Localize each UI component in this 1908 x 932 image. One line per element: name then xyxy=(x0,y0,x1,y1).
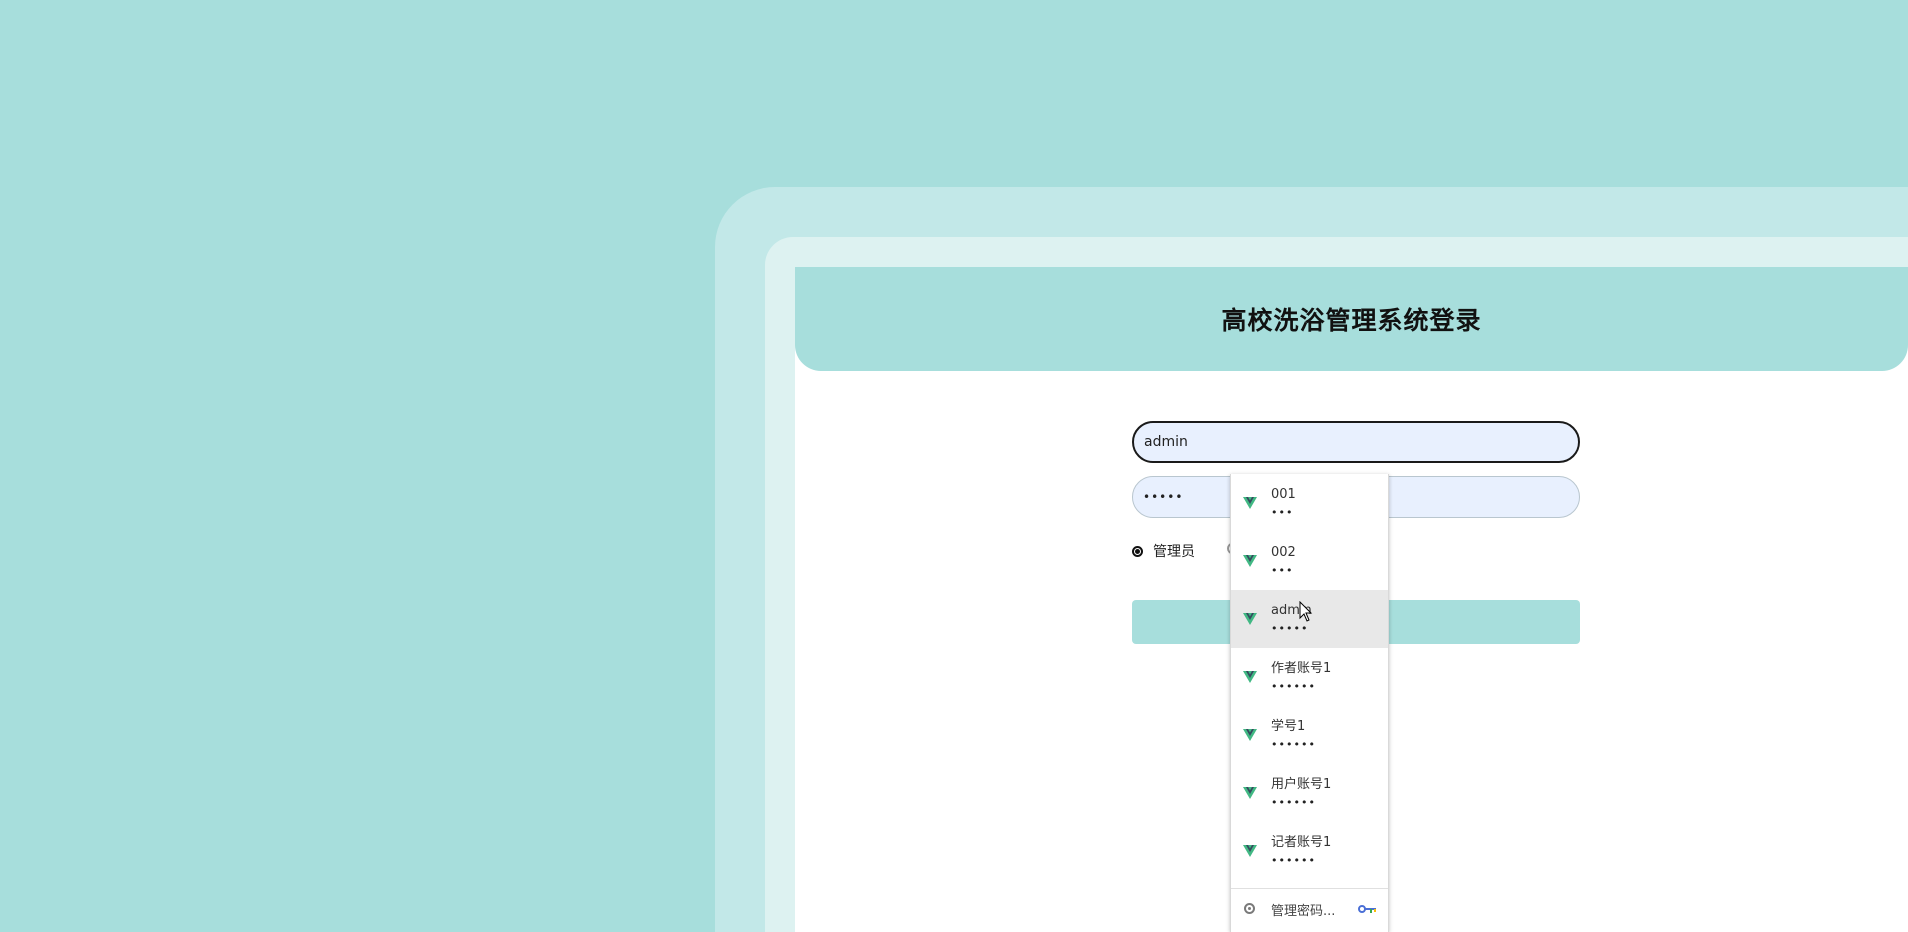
vue-logo-icon xyxy=(1243,787,1257,799)
vue-logo-icon xyxy=(1243,729,1257,741)
username-input[interactable]: admin xyxy=(1132,421,1580,463)
radio-selected-icon[interactable] xyxy=(1132,545,1143,557)
vue-logo-icon xyxy=(1243,845,1257,857)
autofill-item-reporter[interactable]: 记者账号1 •••••• xyxy=(1231,822,1388,880)
autofill-password-mask: •••••• xyxy=(1271,854,1316,867)
autofill-username: 用户账号1 xyxy=(1271,777,1332,792)
autofill-item-user[interactable]: 用户账号1 •••••• xyxy=(1231,764,1388,822)
autofill-password-mask: •••••• xyxy=(1271,738,1316,751)
username-value: admin xyxy=(1144,434,1188,450)
autofill-username: 001 xyxy=(1271,487,1296,502)
vue-logo-icon xyxy=(1243,671,1257,683)
vue-logo-icon xyxy=(1243,497,1257,509)
autofill-item-student[interactable]: 学号1 •••••• xyxy=(1231,706,1388,764)
manage-passwords-item[interactable]: 管理密码... xyxy=(1231,889,1388,929)
vue-logo-icon xyxy=(1243,613,1257,625)
autofill-item-002[interactable]: 002 ••• xyxy=(1231,532,1388,590)
autofill-password-mask: ••• xyxy=(1271,564,1294,577)
manage-passwords-label: 管理密码... xyxy=(1271,903,1336,919)
autofill-username: admin xyxy=(1271,603,1312,618)
autofill-username: 002 xyxy=(1271,545,1296,560)
autofill-password-mask: •••••• xyxy=(1271,796,1316,809)
autofill-dropdown: 001 ••• 002 ••• admin ••••• 作者账号1 •••••• xyxy=(1230,474,1389,932)
role-option-admin[interactable]: 管理员 xyxy=(1132,541,1195,561)
role-label: 管理员 xyxy=(1153,544,1195,560)
autofill-username: 学号1 xyxy=(1271,719,1306,734)
mouse-cursor-icon xyxy=(1299,601,1313,622)
key-icon xyxy=(1358,905,1376,913)
autofill-password-mask: ••• xyxy=(1271,506,1294,519)
autofill-username: 记者账号1 xyxy=(1271,835,1332,850)
vue-logo-icon xyxy=(1243,555,1257,567)
gear-icon xyxy=(1244,903,1255,914)
password-value: ••••• xyxy=(1143,490,1184,504)
autofill-item-author[interactable]: 作者账号1 •••••• xyxy=(1231,648,1388,706)
autofill-password-mask: ••••• xyxy=(1271,622,1309,635)
page-title: 高校洗浴管理系统登录 xyxy=(1221,306,1482,335)
autofill-password-mask: •••••• xyxy=(1271,680,1316,693)
login-header: 高校洗浴管理系统登录 xyxy=(795,267,1908,371)
autofill-item-001[interactable]: 001 ••• xyxy=(1231,474,1388,532)
autofill-username: 作者账号1 xyxy=(1271,661,1332,676)
